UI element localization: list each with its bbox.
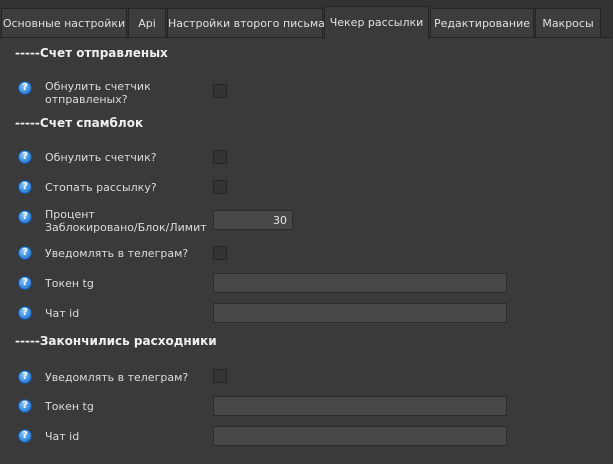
- consumables-token-label: Токен tg: [45, 400, 94, 413]
- spamblock-notify-telegram-checkbox[interactable]: [213, 246, 227, 260]
- help-icon[interactable]: ?: [18, 306, 32, 320]
- help-icon[interactable]: ?: [18, 370, 32, 384]
- help-icon[interactable]: ?: [18, 180, 32, 194]
- consumables-notify-telegram-label: Уведомлять в телеграм?: [45, 371, 189, 384]
- section-title-consumables: -----Закончились расходники: [15, 334, 217, 348]
- tab-api[interactable]: Api: [128, 8, 166, 38]
- spamblock-token-input[interactable]: [213, 273, 507, 293]
- block-percent-input[interactable]: [213, 210, 293, 230]
- help-icon[interactable]: ?: [18, 399, 32, 413]
- help-icon[interactable]: ?: [18, 210, 32, 224]
- consumables-token-input[interactable]: [213, 396, 507, 416]
- spamblock-notify-telegram-label: Уведомлять в телеграм?: [45, 247, 189, 260]
- block-percent-label: Процент Заблокировано/Блок/Лимит: [45, 208, 207, 234]
- reset-sent-checkbox[interactable]: [213, 84, 227, 98]
- tab-editing[interactable]: Редактирование: [430, 8, 534, 38]
- active-tab-gap: [325, 37, 428, 38]
- spamblock-chat-id-label: Чат id: [45, 307, 80, 320]
- reset-spamblock-checkbox[interactable]: [213, 150, 227, 164]
- help-icon[interactable]: ?: [18, 81, 32, 95]
- tab-mailing-checker[interactable]: Чекер рассылки: [324, 6, 429, 39]
- tab-bar-divider: [0, 37, 613, 38]
- help-icon[interactable]: ?: [18, 276, 32, 290]
- section-title-sent: -----Счет отправленых: [15, 46, 168, 60]
- consumables-chat-id-label: Чат id: [45, 430, 80, 443]
- help-icon[interactable]: ?: [18, 246, 32, 260]
- tab-macros[interactable]: Макросы: [535, 8, 601, 38]
- tab-bar: Основные настройки Api Настройки второго…: [0, 0, 613, 39]
- tab-main-settings[interactable]: Основные настройки: [1, 8, 127, 38]
- spamblock-chat-id-input[interactable]: [213, 303, 507, 323]
- consumables-notify-telegram-checkbox[interactable]: [213, 369, 227, 383]
- spamblock-token-label: Токен tg: [45, 277, 94, 290]
- section-title-spamblock: -----Счет спамблок: [15, 116, 144, 130]
- consumables-chat-id-input[interactable]: [213, 426, 507, 446]
- stop-mailing-label: Стопать рассылку?: [45, 181, 157, 194]
- reset-spamblock-label: Обнулить счетчик?: [45, 151, 157, 164]
- tab-second-letter-settings[interactable]: Настройки второго письма: [167, 8, 325, 38]
- stop-mailing-checkbox[interactable]: [213, 180, 227, 194]
- help-icon[interactable]: ?: [18, 150, 32, 164]
- reset-sent-label: Обнулить счетчик отправленых?: [45, 80, 151, 106]
- help-icon[interactable]: ?: [18, 429, 32, 443]
